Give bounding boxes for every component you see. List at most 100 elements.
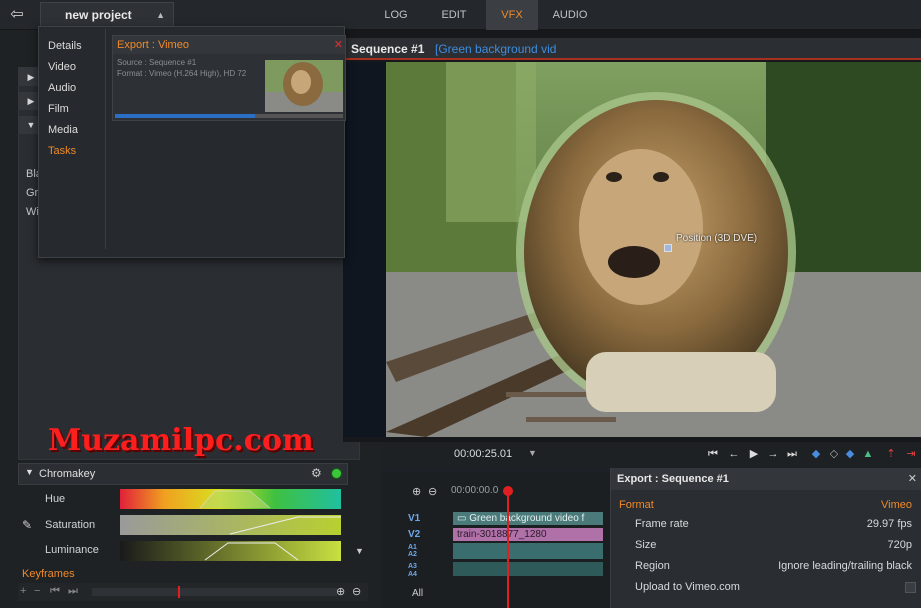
- next-keyframe-icon[interactable]: ⏭: [68, 585, 78, 598]
- menu-item-video[interactable]: Video: [48, 57, 108, 78]
- format-label: Format: [619, 499, 654, 511]
- timecode[interactable]: 00:00:25.01: [454, 448, 512, 460]
- menu-item-film[interactable]: Film: [48, 99, 108, 120]
- skip-end-icon[interactable]: ⏭: [784, 446, 800, 462]
- upload-row[interactable]: Upload to Vimeo.com: [611, 577, 921, 598]
- format-row[interactable]: Format Vimeo: [611, 495, 921, 516]
- size-label: Size: [635, 539, 657, 551]
- region-label: Region: [635, 560, 670, 572]
- luminance-slider[interactable]: [120, 541, 341, 561]
- watermark: Muzamilpc.com: [48, 423, 314, 458]
- track-label-a2[interactable]: A2: [408, 551, 417, 558]
- frame-rate-value: 29.97 fps: [866, 518, 912, 530]
- enable-toggle[interactable]: [331, 468, 342, 479]
- size-row[interactable]: Size 720p: [611, 535, 921, 556]
- tab-log[interactable]: LOG: [372, 0, 420, 30]
- track-label-a4[interactable]: A4: [408, 571, 417, 578]
- zoom-in-icon[interactable]: ⊕: [336, 585, 345, 598]
- step-forward-icon[interactable]: →: [765, 446, 781, 462]
- track-label-v1[interactable]: V1: [408, 513, 420, 524]
- saturation-slider[interactable]: [120, 515, 341, 535]
- tab-vfx[interactable]: VFX: [486, 0, 538, 30]
- mark-out-icon[interactable]: ◆: [842, 446, 858, 462]
- marker-icon[interactable]: ▲: [860, 446, 876, 462]
- mark-icon[interactable]: ◇: [826, 446, 842, 462]
- all-tracks-button[interactable]: All: [412, 588, 423, 599]
- sequence-header: Sequence #1 [Green background vid: [343, 38, 921, 60]
- partial-label: Wi: [26, 206, 39, 218]
- menu-item-audio[interactable]: Audio: [48, 78, 108, 99]
- keyframe-track[interactable]: [92, 588, 337, 596]
- chevron-down-icon[interactable]: ▼: [528, 448, 537, 458]
- size-value: 720p: [887, 539, 912, 551]
- export-progress-bar: [115, 114, 343, 118]
- hue-slider[interactable]: [120, 489, 341, 509]
- menu-item-tasks[interactable]: Tasks: [48, 141, 108, 162]
- menu-item-media[interactable]: Media: [48, 120, 108, 141]
- upload-checkbox[interactable]: [905, 582, 916, 593]
- track-label-a1[interactable]: A1: [408, 544, 417, 551]
- close-icon[interactable]: ✕: [908, 468, 917, 490]
- export-sequence-title: Export : Sequence #1: [611, 468, 921, 490]
- region-value: Ignore leading/trailing black: [778, 560, 912, 572]
- tab-edit[interactable]: EDIT: [428, 0, 480, 30]
- sequence-subtitle: [Green background vid: [435, 42, 557, 56]
- export-format: Format : Vimeo (H.264 High), HD 72: [117, 69, 247, 78]
- project-menu-button[interactable]: new project ▲: [40, 2, 174, 28]
- collapse-arrow-icon[interactable]: ▼: [25, 467, 34, 477]
- add-keyframe-icon[interactable]: +: [20, 585, 26, 597]
- playhead-handle[interactable]: [503, 486, 513, 496]
- slider-label-saturation: Saturation: [45, 519, 96, 531]
- partial-label: Gr: [26, 187, 39, 199]
- keyframes-bar[interactable]: + − ⏮ ⏭ ⊕ ⊖: [18, 583, 368, 601]
- pencil-icon[interactable]: ✎: [22, 518, 32, 532]
- skip-start-icon[interactable]: ⏮: [705, 446, 721, 462]
- track-label-a3[interactable]: A3: [408, 563, 417, 570]
- track-label-v2[interactable]: V2: [408, 529, 420, 540]
- timeline-playhead[interactable]: [507, 487, 509, 608]
- export-task-card[interactable]: Export : Vimeo ✕ Source : Sequence #1 Fo…: [112, 35, 346, 121]
- letterbox: [343, 62, 386, 437]
- project-settings-menu: Details Video Audio Film Media Tasks Exp…: [38, 26, 346, 258]
- audio-clip[interactable]: [453, 562, 603, 576]
- step-back-icon[interactable]: ←: [726, 446, 742, 462]
- frame-rate-row[interactable]: Frame rate 29.97 fps: [611, 514, 921, 535]
- keyframe-playhead: [178, 586, 180, 598]
- exit-icon[interactable]: ⇦: [6, 5, 28, 25]
- prev-keyframe-icon[interactable]: ⏮: [50, 585, 60, 598]
- scroll-down-icon[interactable]: ▼: [355, 546, 364, 556]
- clip-v2[interactable]: train-3018877_1280: [453, 528, 603, 541]
- slider-label-hue: Hue: [45, 493, 66, 505]
- chromakey-header[interactable]: ▼ Chromakey ⚙: [18, 463, 348, 485]
- remove-keyframe-icon[interactable]: −: [34, 585, 40, 597]
- export-source: Source : Sequence #1: [117, 58, 197, 67]
- chromakey-title: Chromakey: [39, 468, 96, 480]
- audio-clip[interactable]: [453, 543, 603, 559]
- tab-audio[interactable]: AUDIO: [544, 0, 596, 30]
- position-handle[interactable]: [664, 244, 672, 252]
- play-icon[interactable]: ▶: [746, 446, 762, 462]
- export-thumbnail: [265, 60, 343, 112]
- zoom-out-icon[interactable]: ⊖: [428, 485, 437, 498]
- gear-icon[interactable]: ⚙: [311, 466, 322, 480]
- mark-in-icon[interactable]: ◆: [808, 446, 824, 462]
- sequence-title: Sequence #1: [351, 42, 425, 56]
- video-frame[interactable]: [386, 62, 921, 437]
- region-row[interactable]: Region Ignore leading/trailing black: [611, 556, 921, 577]
- caret-up-icon: ▲: [156, 10, 165, 20]
- menu-item-details[interactable]: Details: [48, 36, 108, 57]
- extract-icon[interactable]: ⇥: [903, 446, 919, 462]
- frame-rate-label: Frame rate: [635, 518, 689, 530]
- close-icon[interactable]: ✕: [334, 36, 343, 54]
- clip-v1-label: Green background video f: [469, 513, 585, 524]
- upload-label: Upload to Vimeo.com: [635, 581, 740, 593]
- clip-v1[interactable]: ▭ Green background video f: [453, 512, 603, 525]
- timeline-timecode: 00:00:00.0: [451, 485, 499, 496]
- lift-icon[interactable]: ⇡: [883, 446, 899, 462]
- zoom-out-icon[interactable]: ⊖: [352, 585, 361, 598]
- menu-divider: [105, 29, 106, 249]
- zoom-in-icon[interactable]: ⊕: [412, 485, 421, 498]
- slider-label-luminance: Luminance: [45, 544, 99, 556]
- position-label: Position (3D DVE): [676, 233, 758, 244]
- export-task-title: Export : Vimeo: [113, 36, 345, 54]
